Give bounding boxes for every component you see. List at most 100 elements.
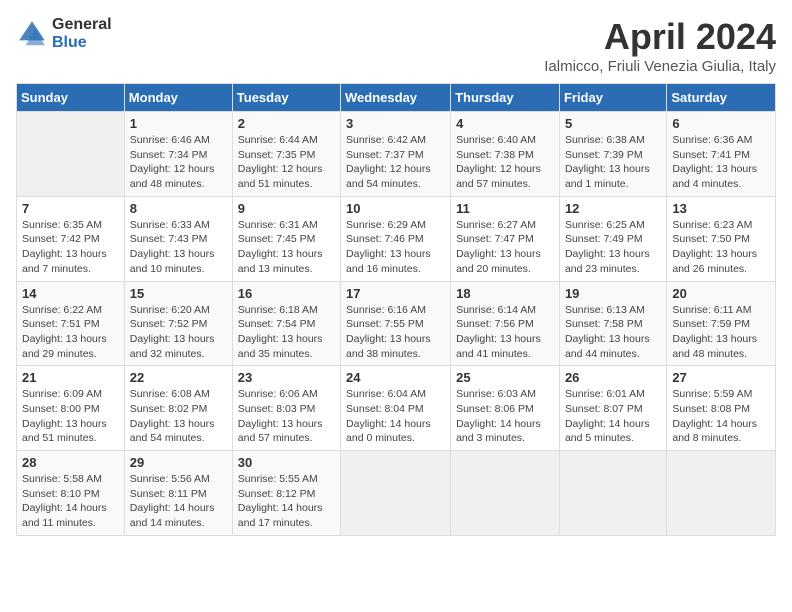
day-number: 10 bbox=[346, 201, 445, 216]
day-info: Sunrise: 6:04 AM Sunset: 8:04 PM Dayligh… bbox=[346, 387, 445, 446]
day-number: 24 bbox=[346, 370, 445, 385]
week-row-2: 7 Sunrise: 6:35 AM Sunset: 7:42 PM Daylig… bbox=[17, 196, 776, 281]
day-info: Sunrise: 6:33 AM Sunset: 7:43 PM Dayligh… bbox=[130, 218, 227, 277]
day-info: Sunrise: 6:22 AM Sunset: 7:51 PM Dayligh… bbox=[22, 303, 119, 362]
col-header-tuesday: Tuesday bbox=[232, 84, 340, 112]
day-cell: 9 Sunrise: 6:31 AM Sunset: 7:45 PM Daylig… bbox=[232, 196, 340, 281]
day-cell: 3 Sunrise: 6:42 AM Sunset: 7:37 PM Daylig… bbox=[341, 112, 451, 197]
col-header-sunday: Sunday bbox=[17, 84, 125, 112]
day-info: Sunrise: 6:03 AM Sunset: 8:06 PM Dayligh… bbox=[456, 387, 554, 446]
day-number: 8 bbox=[130, 201, 227, 216]
day-number: 6 bbox=[672, 116, 770, 131]
day-number: 25 bbox=[456, 370, 554, 385]
day-number: 30 bbox=[238, 455, 335, 470]
day-number: 28 bbox=[22, 455, 119, 470]
calendar-title: April 2024 bbox=[544, 16, 776, 58]
day-number: 12 bbox=[565, 201, 661, 216]
day-cell: 5 Sunrise: 6:38 AM Sunset: 7:39 PM Daylig… bbox=[559, 112, 666, 197]
day-info: Sunrise: 6:29 AM Sunset: 7:46 PM Dayligh… bbox=[346, 218, 445, 277]
day-info: Sunrise: 6:27 AM Sunset: 7:47 PM Dayligh… bbox=[456, 218, 554, 277]
day-cell: 26 Sunrise: 6:01 AM Sunset: 8:07 PM Dayli… bbox=[559, 366, 666, 451]
week-row-1: 1 Sunrise: 6:46 AM Sunset: 7:34 PM Daylig… bbox=[17, 112, 776, 197]
day-cell: 17 Sunrise: 6:16 AM Sunset: 7:55 PM Dayli… bbox=[341, 281, 451, 366]
day-cell: 30 Sunrise: 5:55 AM Sunset: 8:12 PM Dayli… bbox=[232, 451, 340, 536]
day-cell: 4 Sunrise: 6:40 AM Sunset: 7:38 PM Daylig… bbox=[451, 112, 560, 197]
day-info: Sunrise: 6:09 AM Sunset: 8:00 PM Dayligh… bbox=[22, 387, 119, 446]
day-info: Sunrise: 6:08 AM Sunset: 8:02 PM Dayligh… bbox=[130, 387, 227, 446]
day-info: Sunrise: 6:20 AM Sunset: 7:52 PM Dayligh… bbox=[130, 303, 227, 362]
day-cell: 21 Sunrise: 6:09 AM Sunset: 8:00 PM Dayli… bbox=[17, 366, 125, 451]
col-header-saturday: Saturday bbox=[667, 84, 776, 112]
day-cell: 12 Sunrise: 6:25 AM Sunset: 7:49 PM Dayli… bbox=[559, 196, 666, 281]
day-info: Sunrise: 5:59 AM Sunset: 8:08 PM Dayligh… bbox=[672, 387, 770, 446]
day-number: 18 bbox=[456, 286, 554, 301]
logo: General Blue bbox=[16, 16, 112, 51]
day-info: Sunrise: 6:23 AM Sunset: 7:50 PM Dayligh… bbox=[672, 218, 770, 277]
day-info: Sunrise: 6:01 AM Sunset: 8:07 PM Dayligh… bbox=[565, 387, 661, 446]
calendar-subtitle: Ialmicco, Friuli Venezia Giulia, Italy bbox=[544, 58, 776, 75]
week-row-3: 14 Sunrise: 6:22 AM Sunset: 7:51 PM Dayli… bbox=[17, 281, 776, 366]
day-info: Sunrise: 6:38 AM Sunset: 7:39 PM Dayligh… bbox=[565, 133, 661, 192]
day-cell: 20Sunrise: 6:11 AM Sunset: 7:59 PM Dayli… bbox=[667, 281, 776, 366]
day-number: 23 bbox=[238, 370, 335, 385]
header: General Blue April 2024 Ialmicco, Friuli… bbox=[16, 16, 776, 75]
day-info: Sunrise: 6:16 AM Sunset: 7:55 PM Dayligh… bbox=[346, 303, 445, 362]
day-cell: 25 Sunrise: 6:03 AM Sunset: 8:06 PM Dayli… bbox=[451, 366, 560, 451]
week-row-5: 28 Sunrise: 5:58 AM Sunset: 8:10 PM Dayli… bbox=[17, 451, 776, 536]
day-cell: 11Sunrise: 6:27 AM Sunset: 7:47 PM Dayli… bbox=[451, 196, 560, 281]
day-cell: 22 Sunrise: 6:08 AM Sunset: 8:02 PM Dayli… bbox=[124, 366, 232, 451]
day-number: 21 bbox=[22, 370, 119, 385]
day-number: 14 bbox=[22, 286, 119, 301]
day-number: 4 bbox=[456, 116, 554, 131]
day-info: Sunrise: 6:40 AM Sunset: 7:38 PM Dayligh… bbox=[456, 133, 554, 192]
day-cell: 16Sunrise: 6:18 AM Sunset: 7:54 PM Dayli… bbox=[232, 281, 340, 366]
day-number: 5 bbox=[565, 116, 661, 131]
day-number: 1 bbox=[130, 116, 227, 131]
day-number: 22 bbox=[130, 370, 227, 385]
day-cell: 24 Sunrise: 6:04 AM Sunset: 8:04 PM Dayli… bbox=[341, 366, 451, 451]
day-cell: 18 Sunrise: 6:14 AM Sunset: 7:56 PM Dayli… bbox=[451, 281, 560, 366]
calendar-table: SundayMondayTuesdayWednesdayThursdayFrid… bbox=[16, 83, 776, 536]
day-cell: 23 Sunrise: 6:06 AM Sunset: 8:03 PM Dayli… bbox=[232, 366, 340, 451]
day-info: Sunrise: 6:46 AM Sunset: 7:34 PM Dayligh… bbox=[130, 133, 227, 192]
day-cell bbox=[17, 112, 125, 197]
day-info: Sunrise: 6:14 AM Sunset: 7:56 PM Dayligh… bbox=[456, 303, 554, 362]
day-info: Sunrise: 6:42 AM Sunset: 7:37 PM Dayligh… bbox=[346, 133, 445, 192]
day-cell: 29Sunrise: 5:56 AM Sunset: 8:11 PM Dayli… bbox=[124, 451, 232, 536]
day-number: 7 bbox=[22, 201, 119, 216]
day-info: Sunrise: 6:31 AM Sunset: 7:45 PM Dayligh… bbox=[238, 218, 335, 277]
day-number: 9 bbox=[238, 201, 335, 216]
day-info: Sunrise: 6:25 AM Sunset: 7:49 PM Dayligh… bbox=[565, 218, 661, 277]
col-header-friday: Friday bbox=[559, 84, 666, 112]
day-info: Sunrise: 6:06 AM Sunset: 8:03 PM Dayligh… bbox=[238, 387, 335, 446]
day-number: 27 bbox=[672, 370, 770, 385]
day-info: Sunrise: 6:36 AM Sunset: 7:41 PM Dayligh… bbox=[672, 133, 770, 192]
day-number: 16 bbox=[238, 286, 335, 301]
day-cell bbox=[559, 451, 666, 536]
col-header-thursday: Thursday bbox=[451, 84, 560, 112]
day-number: 19 bbox=[565, 286, 661, 301]
col-header-monday: Monday bbox=[124, 84, 232, 112]
day-cell: 8 Sunrise: 6:33 AM Sunset: 7:43 PM Daylig… bbox=[124, 196, 232, 281]
day-cell bbox=[667, 451, 776, 536]
day-info: Sunrise: 5:58 AM Sunset: 8:10 PM Dayligh… bbox=[22, 472, 119, 531]
col-header-wednesday: Wednesday bbox=[341, 84, 451, 112]
header-row: SundayMondayTuesdayWednesdayThursdayFrid… bbox=[17, 84, 776, 112]
day-number: 3 bbox=[346, 116, 445, 131]
day-number: 26 bbox=[565, 370, 661, 385]
day-number: 17 bbox=[346, 286, 445, 301]
day-number: 2 bbox=[238, 116, 335, 131]
day-cell: 27 Sunrise: 5:59 AM Sunset: 8:08 PM Dayli… bbox=[667, 366, 776, 451]
day-number: 15 bbox=[130, 286, 227, 301]
day-cell: 14 Sunrise: 6:22 AM Sunset: 7:51 PM Dayli… bbox=[17, 281, 125, 366]
day-info: Sunrise: 6:13 AM Sunset: 7:58 PM Dayligh… bbox=[565, 303, 661, 362]
day-cell: 6 Sunrise: 6:36 AM Sunset: 7:41 PM Daylig… bbox=[667, 112, 776, 197]
day-cell: 13 Sunrise: 6:23 AM Sunset: 7:50 PM Dayli… bbox=[667, 196, 776, 281]
day-number: 13 bbox=[672, 201, 770, 216]
day-info: Sunrise: 5:55 AM Sunset: 8:12 PM Dayligh… bbox=[238, 472, 335, 531]
day-info: Sunrise: 6:35 AM Sunset: 7:42 PM Dayligh… bbox=[22, 218, 119, 277]
day-number: 29 bbox=[130, 455, 227, 470]
day-number: 20 bbox=[672, 286, 770, 301]
day-cell bbox=[451, 451, 560, 536]
day-info: Sunrise: 6:44 AM Sunset: 7:35 PM Dayligh… bbox=[238, 133, 335, 192]
